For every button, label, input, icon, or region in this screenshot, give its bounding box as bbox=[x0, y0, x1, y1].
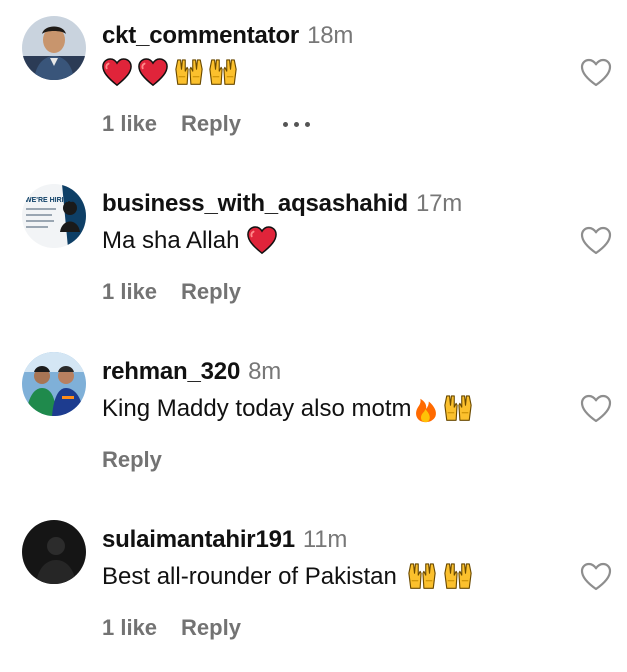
comment-username[interactable]: ckt_commentator 18m bbox=[102, 22, 353, 50]
comment-time: 8m bbox=[248, 358, 282, 385]
reply-button[interactable]: Reply bbox=[102, 447, 162, 473]
reply-button[interactable]: Reply bbox=[181, 111, 241, 137]
username-text[interactable]: ckt_commentator bbox=[102, 22, 299, 49]
username-text[interactable]: business_with_aqsashahid bbox=[102, 190, 408, 217]
like-heart-icon[interactable] bbox=[580, 58, 612, 88]
raising-hands-emoji bbox=[443, 562, 473, 592]
avatar-photo bbox=[22, 16, 86, 80]
like-count[interactable]: 1 like bbox=[102, 111, 157, 137]
like-count[interactable]: 1 like bbox=[102, 615, 157, 641]
red-heart-emoji bbox=[247, 226, 277, 256]
comment-username[interactable]: business_with_aqsashahid 17m bbox=[102, 190, 462, 218]
username-text[interactable]: rehman_320 bbox=[102, 358, 240, 385]
avatar-hiring-text: WE'RE HIRING bbox=[25, 197, 75, 204]
like-heart-icon[interactable] bbox=[580, 394, 612, 424]
avatar-photo: WE'RE HIRING bbox=[22, 184, 86, 248]
avatar-photo bbox=[22, 352, 86, 416]
comment-username[interactable]: sulaimantahir191 11m bbox=[102, 526, 347, 554]
comment-actions: 1 like Reply bbox=[102, 279, 241, 305]
comment-text: Best all-rounder of Pakistan bbox=[102, 561, 473, 593]
comment-text-content: Ma sha Allah bbox=[102, 227, 240, 254]
comment-text: King Maddy today also motm bbox=[102, 393, 473, 425]
more-options-icon[interactable] bbox=[282, 121, 310, 127]
comment-time: 17m bbox=[415, 190, 463, 217]
username-text[interactable]: sulaimantahir191 bbox=[102, 526, 295, 553]
comment-actions: Reply bbox=[102, 447, 162, 473]
red-heart-emoji bbox=[138, 58, 168, 88]
raising-hands-emoji bbox=[174, 58, 204, 88]
raising-hands-emoji bbox=[208, 58, 238, 88]
comment-actions: 1 like Reply bbox=[102, 111, 310, 137]
comment-actions: 1 like Reply bbox=[102, 615, 241, 641]
avatar[interactable] bbox=[22, 352, 86, 416]
avatar[interactable]: WE'RE HIRING bbox=[22, 184, 86, 248]
comment-text-content: Best all-rounder of Pakistan bbox=[102, 563, 397, 590]
like-heart-icon[interactable] bbox=[580, 226, 612, 256]
like-heart-icon[interactable] bbox=[580, 562, 612, 592]
comment-text: Ma sha Allah bbox=[102, 225, 277, 257]
comment-text-content: King Maddy today also motm bbox=[102, 395, 412, 422]
comment-time: 18m bbox=[307, 22, 354, 49]
like-count[interactable]: 1 like bbox=[102, 279, 157, 305]
raising-hands-emoji bbox=[443, 394, 473, 424]
comment-text bbox=[102, 57, 238, 89]
fire-emoji bbox=[411, 394, 441, 424]
comment-username[interactable]: rehman_320 8m bbox=[102, 358, 281, 386]
reply-button[interactable]: Reply bbox=[181, 279, 241, 305]
avatar-photo bbox=[22, 520, 86, 584]
red-heart-emoji bbox=[102, 58, 132, 88]
avatar[interactable] bbox=[22, 520, 86, 584]
raising-hands-emoji bbox=[407, 562, 437, 592]
comment-time: 11m bbox=[302, 526, 348, 553]
avatar[interactable] bbox=[22, 16, 86, 80]
reply-button[interactable]: Reply bbox=[181, 615, 241, 641]
